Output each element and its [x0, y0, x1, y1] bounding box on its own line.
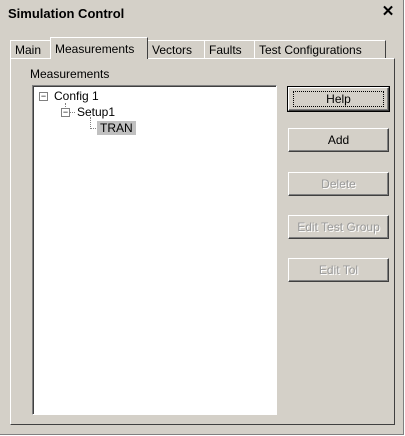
collapse-setup-icon[interactable]: − — [61, 108, 70, 117]
measurements-tree[interactable]: − Config 1 − Setup1 TRAN — [32, 85, 277, 415]
edit-tol-button[interactable]: Edit Tol — [288, 258, 389, 282]
focus-rect — [293, 91, 384, 107]
delete-button-label: Delete — [321, 177, 356, 191]
title-bar: Simulation Control ✕ — [2, 2, 402, 24]
add-button[interactable]: Add — [288, 128, 389, 152]
tab-faults[interactable]: Faults — [204, 40, 255, 58]
simulation-control-window: Simulation Control ✕ Main Measurements V… — [0, 0, 404, 435]
tab-main[interactable]: Main — [10, 40, 53, 58]
edit-test-group-button-label: Edit Test Group — [297, 220, 380, 234]
close-icon[interactable]: ✕ — [380, 4, 396, 20]
add-button-label: Add — [327, 133, 350, 147]
tree-node-tran[interactable]: TRAN — [97, 121, 136, 135]
tab-vectors[interactable]: Vectors — [147, 40, 205, 58]
edit-tol-button-label: Edit Tol — [318, 263, 359, 277]
collapse-config-icon[interactable]: − — [39, 92, 48, 101]
tree-connector — [70, 112, 75, 113]
tree-node-config-1[interactable]: Config 1 — [54, 89, 99, 103]
help-button[interactable]: Help — [287, 86, 390, 112]
edit-test-group-button[interactable]: Edit Test Group — [288, 215, 389, 239]
tab-measurements[interactable]: Measurements — [50, 37, 148, 59]
measurements-label: Measurements — [30, 67, 110, 81]
tab-test-configurations[interactable]: Test Configurations — [254, 40, 386, 58]
delete-button[interactable]: Delete — [288, 172, 389, 196]
window-title: Simulation Control — [8, 6, 125, 21]
tree-node-setup1[interactable]: Setup1 — [77, 105, 115, 119]
